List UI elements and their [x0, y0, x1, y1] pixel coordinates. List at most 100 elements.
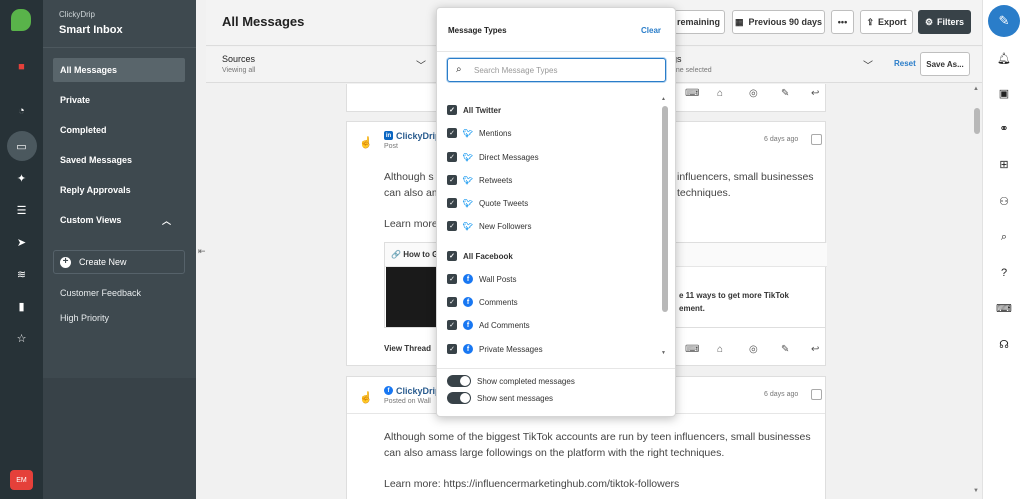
nav-item-custom-views[interactable]: Custom Views ︿: [53, 208, 185, 232]
messages-icon[interactable]: ▣: [983, 87, 1024, 100]
reset-filters-link[interactable]: Reset: [894, 59, 916, 68]
view-thread-link[interactable]: View Thread: [384, 344, 431, 353]
chevron-down-icon[interactable]: ﹀: [416, 57, 426, 72]
chevron-down-icon[interactable]: ﹀: [863, 57, 873, 72]
sprout-logo-icon[interactable]: [11, 9, 31, 31]
option-quote-tweets[interactable]: ✓ 🐦︎ Quote Tweets: [447, 196, 528, 210]
people-icon[interactable]: ⚇: [983, 195, 1024, 208]
reply-icon[interactable]: ⌨: [685, 344, 699, 355]
account-name: ClickyDrip: [59, 10, 95, 19]
show-sent-toggle[interactable]: [447, 392, 471, 404]
collapse-panel-icon[interactable]: ⇤: [198, 246, 206, 257]
select-checkbox[interactable]: [811, 134, 822, 145]
search-icon[interactable]: ⌕: [983, 231, 1024, 244]
option-mentions[interactable]: ✓ 🐦︎ Mentions: [447, 126, 511, 140]
bell-icon[interactable]: 🔔︎: [983, 52, 1024, 65]
checkbox-checked[interactable]: ✓: [447, 251, 457, 261]
chevron-up-icon[interactable]: ︿: [162, 214, 171, 227]
smart-inbox-icon[interactable]: ▭: [0, 131, 43, 161]
search-icon: ⌕: [456, 64, 462, 75]
checkbox-checked[interactable]: ✓: [447, 320, 457, 330]
nav-item-saved-messages[interactable]: Saved Messages: [53, 148, 185, 172]
sources-filter-label[interactable]: Sources: [222, 54, 255, 64]
show-sent-label: Show sent messages: [477, 393, 554, 403]
publishing-send-icon[interactable]: ➤: [0, 231, 43, 253]
checkbox-checked[interactable]: ✓: [447, 105, 457, 115]
checkbox-checked[interactable]: ✓: [447, 128, 457, 138]
scroll-down-arrow-icon[interactable]: ▼: [973, 488, 979, 494]
checkbox-checked[interactable]: ✓: [447, 344, 457, 354]
option-comments[interactable]: ✓ f Comments: [447, 295, 518, 309]
search-message-types-field[interactable]: ⌕: [447, 58, 666, 82]
select-checkbox[interactable]: [811, 389, 822, 400]
checkbox-checked[interactable]: ✓: [447, 175, 457, 185]
scroll-down-arrow-icon[interactable]: ▼: [661, 350, 666, 356]
help-icon[interactable]: ?: [983, 267, 1024, 279]
checkbox-checked[interactable]: ✓: [447, 221, 457, 231]
nav-item-all-messages[interactable]: All Messages: [53, 58, 185, 82]
complete-check-icon[interactable]: ◎: [749, 344, 758, 355]
save-as-button[interactable]: Save As...: [920, 52, 970, 76]
option-direct-messages[interactable]: ✓ 🐦︎ Direct Messages: [447, 150, 539, 164]
option-private-messages[interactable]: ✓ f Private Messages: [447, 342, 543, 356]
keyboard-icon[interactable]: ⌨: [983, 302, 1024, 315]
user-avatar[interactable]: EM: [10, 470, 33, 490]
export-button[interactable]: ⇪ Export: [860, 10, 913, 34]
support-headset-icon[interactable]: ☊: [983, 338, 1024, 351]
option-all-twitter[interactable]: ✓ All Twitter: [447, 103, 501, 117]
reply-arrow-icon[interactable]: ↩: [811, 88, 819, 99]
dashboard-icon[interactable]: ◔: [0, 100, 43, 122]
option-ad-comments[interactable]: ✓ f Ad Comments: [447, 318, 530, 332]
date-range-button[interactable]: ▦ Previous 90 days: [732, 10, 825, 34]
dropdown-scrollbar[interactable]: ▲ ▼: [661, 96, 669, 358]
inbox-alert-icon[interactable]: ■: [0, 56, 43, 78]
reply-arrow-icon[interactable]: ↩: [811, 344, 819, 355]
tag-icon[interactable]: ⌂: [717, 344, 723, 355]
nav-item-completed[interactable]: Completed: [53, 118, 185, 142]
option-all-facebook[interactable]: ✓ All Facebook: [447, 249, 513, 263]
option-new-followers[interactable]: ✓ 🐦︎ New Followers: [447, 219, 531, 233]
search-input[interactable]: [474, 63, 659, 77]
link-icon[interactable]: ⚭: [983, 122, 1024, 135]
author-name[interactable]: ClickyDrip: [396, 131, 441, 141]
clear-button[interactable]: Clear: [641, 26, 661, 35]
plus-circle-icon: +: [60, 256, 71, 268]
complete-check-icon[interactable]: ◎: [749, 88, 758, 99]
more-options-button[interactable]: •••: [831, 10, 854, 34]
custom-view-high-priority[interactable]: High Priority: [60, 313, 109, 323]
nav-item-private[interactable]: Private: [53, 88, 185, 112]
checkbox-checked[interactable]: ✓: [447, 297, 457, 307]
remaining-button[interactable]: remaining: [674, 10, 725, 34]
scroll-up-arrow-icon[interactable]: ▲: [661, 96, 666, 102]
nav-item-reply-approvals[interactable]: Reply Approvals: [53, 178, 185, 202]
checkbox-checked[interactable]: ✓: [447, 274, 457, 284]
pin-icon[interactable]: ✎: [781, 344, 789, 355]
add-icon[interactable]: ⊞: [983, 158, 1024, 171]
scroll-up-arrow-icon[interactable]: ▲: [973, 86, 979, 92]
compose-icon[interactable]: ✎: [988, 5, 1020, 37]
show-completed-toggle[interactable]: [447, 375, 471, 387]
option-wall-posts[interactable]: ✓ f Wall Posts: [447, 272, 517, 286]
create-new-view-button[interactable]: + Create New: [53, 250, 185, 274]
checkbox-checked[interactable]: ✓: [447, 152, 457, 162]
filters-button[interactable]: ⚙ Filters: [918, 10, 971, 34]
twitter-bird-icon: 🐦︎: [462, 128, 474, 138]
pin-icon[interactable]: ✦: [0, 167, 43, 189]
option-retweets[interactable]: ✓ 🐦︎ Retweets: [447, 173, 512, 187]
reports-bar-icon[interactable]: ▮: [0, 295, 43, 317]
pin-icon[interactable]: ✎: [781, 88, 789, 99]
reviews-star-icon[interactable]: ☆: [0, 327, 43, 349]
show-completed-toggle-row[interactable]: Show completed messages: [447, 375, 575, 387]
message-text-line: influencers, small businesses: [677, 171, 814, 183]
show-sent-toggle-row[interactable]: Show sent messages: [447, 392, 553, 404]
scrollbar-thumb[interactable]: [974, 108, 980, 134]
feed-scrollbar[interactable]: ▲ ▼: [972, 84, 982, 499]
tag-icon[interactable]: ⌂: [717, 88, 723, 99]
reply-icon[interactable]: ⌨: [685, 88, 699, 99]
checkbox-checked[interactable]: ✓: [447, 198, 457, 208]
listening-wave-icon[interactable]: ≋: [0, 263, 43, 285]
scrollbar-thumb[interactable]: [662, 106, 668, 312]
custom-view-customer-feedback[interactable]: Customer Feedback: [60, 288, 141, 298]
tasks-list-icon[interactable]: ☰: [0, 199, 43, 221]
author-name[interactable]: ClickyDrip: [396, 386, 441, 396]
